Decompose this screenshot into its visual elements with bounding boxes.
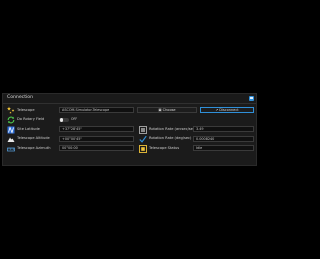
disconnect-button[interactable]: ↗Disconnect bbox=[200, 107, 254, 113]
rotation-rate-deg-field: 0.0008240 bbox=[193, 135, 254, 142]
status-frame-icon bbox=[139, 144, 147, 153]
toggle-state-text: OFF bbox=[71, 117, 78, 121]
chart-check-icon bbox=[139, 135, 147, 143]
telescope-altitude-label: Telescope Altitude bbox=[17, 136, 50, 140]
do-rotary-field-toggle[interactable] bbox=[59, 117, 69, 122]
image-frame-icon bbox=[139, 125, 147, 134]
rotation-rate-arcsec-label: Rotation Rate (arcsec/sec) bbox=[149, 126, 197, 131]
choose-button[interactable]: ▣Choose bbox=[137, 107, 197, 113]
choose-button-label: Choose bbox=[162, 108, 176, 112]
rotate-arrows-icon bbox=[7, 116, 15, 124]
telescope-label: Telescope bbox=[17, 107, 35, 112]
site-latitude-field[interactable]: +37°28'45" bbox=[59, 126, 134, 132]
connection-panel: Connection Telescope ASCOM.Simulator.Tel… bbox=[2, 93, 257, 166]
mountain-altitude-icon bbox=[7, 135, 15, 143]
rotation-rate-deg-label: Rotation Rate (deg/sec) bbox=[149, 136, 192, 140]
telescope-status-field: Idle bbox=[193, 145, 254, 151]
telescope-azimuth-field[interactable]: 00°00:00 bbox=[59, 145, 134, 151]
telescope-azimuth-label: Telescope Azimuth bbox=[17, 145, 51, 150]
latitude-map-icon bbox=[7, 125, 15, 134]
rotation-rate-arcsec-field: 3.49 bbox=[193, 126, 254, 132]
do-rotary-field-label: Do Rotary Field bbox=[17, 117, 45, 121]
disconnect-button-label: Disconnect bbox=[219, 108, 239, 112]
collapse-button[interactable] bbox=[249, 95, 254, 101]
telescope-stars-icon bbox=[7, 106, 15, 114]
telescope-altitude-field[interactable]: +00°00'45" bbox=[59, 135, 134, 142]
toggle-knob bbox=[59, 118, 63, 122]
section-title: Connection bbox=[7, 95, 33, 100]
plug-icon: ↗ bbox=[215, 108, 219, 112]
site-latitude-label: Site Latitude bbox=[17, 126, 40, 131]
azimuth-ruler-icon bbox=[7, 145, 15, 153]
section-header: Connection bbox=[3, 94, 256, 104]
telescope-field[interactable]: ASCOM.Simulator.Telescope bbox=[59, 107, 134, 113]
choose-icon: ▣ bbox=[158, 108, 162, 112]
telescope-status-label: Telescope Status bbox=[149, 145, 180, 150]
